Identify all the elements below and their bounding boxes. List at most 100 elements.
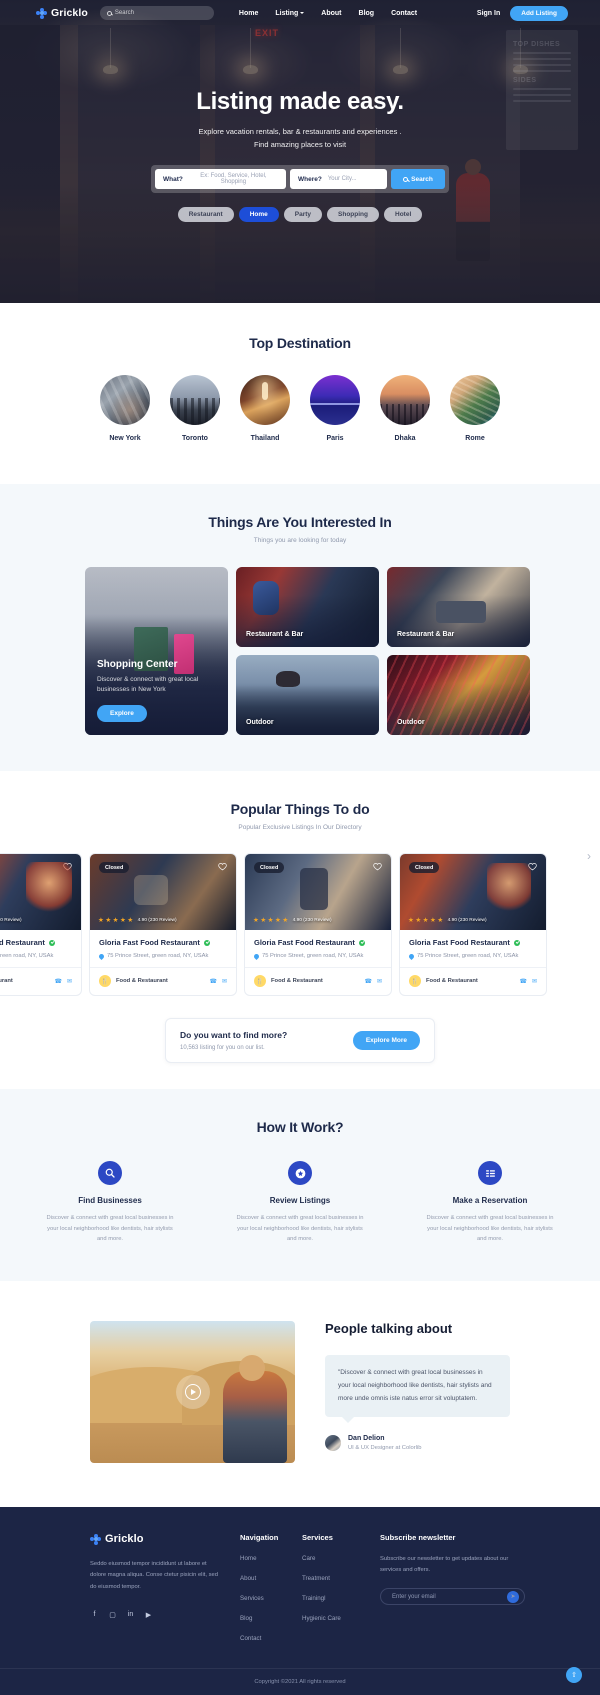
listing-body: Gloria Fast Food Restaurant 75 Prince St…	[90, 930, 236, 960]
favorite-heart-icon[interactable]	[373, 862, 382, 871]
nav-item-home[interactable]: Home	[239, 10, 258, 17]
listing-category: Food & Restaurant	[271, 978, 323, 984]
what-search-field[interactable]: What? Ex: Food, Service, Hotel, Shopping	[155, 169, 286, 190]
interest-feature-body: Shopping Center Discover & connect with …	[97, 659, 216, 722]
favorite-heart-icon[interactable]	[63, 862, 72, 871]
footer-nav-contact[interactable]: Contact	[240, 1635, 302, 1642]
nav-item-blog[interactable]: Blog	[359, 10, 375, 17]
destination-item-dhaka[interactable]: Dhaka	[380, 375, 430, 442]
nav-search-input[interactable]: Search	[99, 6, 214, 20]
email-icon[interactable]: ✉	[222, 978, 227, 985]
newsletter-email-input[interactable]: Enter your email ➤	[380, 1588, 525, 1606]
instagram-icon[interactable]: ▢	[108, 1610, 117, 1619]
phone-icon[interactable]: ☎	[364, 978, 371, 985]
hero-search-button[interactable]: Search	[391, 169, 445, 190]
footer-service-care[interactable]: Care	[302, 1555, 380, 1562]
nav-item-contact[interactable]: Contact	[391, 10, 417, 17]
listing-category: Food & Restaurant	[116, 978, 168, 984]
how-step-desc: Discover & connect with great local busi…	[236, 1215, 364, 1243]
pill-hotel[interactable]: Hotel	[384, 207, 423, 223]
email-icon[interactable]: ✉	[532, 978, 537, 985]
favorite-heart-icon[interactable]	[218, 862, 227, 871]
category-pills: Restaurant Home Party Shopping Hotel	[0, 207, 600, 223]
footer-nav-home[interactable]: Home	[240, 1555, 302, 1562]
location-pin-icon	[97, 952, 106, 960]
footer-service-hygienic-care[interactable]: Hygienic Care	[302, 1615, 380, 1622]
interest-card-restaurant-bar-2[interactable]: Restaurant & Bar	[387, 567, 530, 647]
star-icon: ★	[282, 916, 289, 924]
star-icon: ★	[267, 916, 274, 924]
star-icon: ★	[437, 916, 444, 924]
hero-search-card: What? Ex: Food, Service, Hotel, Shopping…	[151, 165, 449, 194]
email-icon[interactable]: ✉	[67, 978, 72, 985]
footer-service-training[interactable]: Trainingl	[302, 1595, 380, 1602]
how-step-title: Review Listings	[269, 1196, 331, 1205]
interest-card-shopping-center[interactable]: Shopping Center Discover & connect with …	[85, 567, 228, 735]
footer-description: Seddo eiusmod tempor incididunt ut labor…	[90, 1561, 218, 1590]
destination-item-rome[interactable]: Rome	[450, 375, 500, 442]
destination-item-thailand[interactable]: Thailand	[240, 375, 290, 442]
phone-icon[interactable]: ☎	[54, 978, 61, 985]
footer-nav-about[interactable]: About	[240, 1575, 302, 1582]
listing-address: 75 Prince Street, green road, NY, USAk	[107, 953, 209, 959]
newsletter-heading: Subscribe newsletter	[380, 1533, 456, 1543]
destination-list: New York Toronto Thailand Paris Dhaka Ro…	[0, 375, 600, 442]
listing-footer: 🍴 Food & Restaurant ☎ ✉	[0, 967, 81, 995]
status-badge: Closed	[99, 862, 130, 873]
footer-brand-logo[interactable]: Gricklo	[90, 1533, 240, 1545]
listing-image: Closed ★ ★ ★ ★ ★ 4.90 (230 Review)	[90, 854, 236, 930]
interest-card-outdoor-2[interactable]: Outdoor	[387, 655, 530, 735]
listing-card[interactable]: Closed ★ ★ ★ ★ ★ 4.90 (230 Review) Glori…	[89, 853, 237, 996]
play-button-icon[interactable]	[175, 1375, 210, 1410]
sign-in-link[interactable]: Sign In	[477, 10, 500, 17]
linkedin-icon[interactable]: in	[126, 1610, 135, 1619]
what-label: What?	[163, 175, 183, 183]
footer-nav-services[interactable]: Services	[240, 1595, 302, 1602]
footer-service-treatment[interactable]: Treatment	[302, 1575, 380, 1582]
explore-button[interactable]: Explore	[97, 705, 147, 722]
destination-image	[380, 375, 430, 425]
facebook-icon[interactable]: f	[90, 1610, 99, 1619]
testimonial-video-thumbnail[interactable]	[90, 1321, 295, 1464]
brand-logo[interactable]: Gricklo	[36, 7, 88, 19]
star-icon: ★	[408, 916, 414, 924]
listing-card[interactable]: Closed ★ ★ ★ ★ ★ 4.90 (230 Review) Glori…	[244, 853, 392, 996]
email-icon[interactable]: ✉	[377, 978, 382, 985]
footer-services-column: Services Care Treatment Trainingl Hygien…	[302, 1533, 380, 1642]
where-search-field[interactable]: Where? Your City...	[290, 169, 387, 190]
location-pin-icon	[407, 952, 416, 960]
pill-shopping[interactable]: Shopping	[327, 207, 379, 223]
footer-nav-blog[interactable]: Blog	[240, 1615, 302, 1622]
pill-party[interactable]: Party	[283, 207, 323, 223]
favorite-heart-icon[interactable]	[528, 862, 537, 871]
interest-card-outdoor-1[interactable]: Outdoor	[236, 655, 379, 735]
listing-card[interactable]: Closed ★ ★ ★ ★ ★ 4.90 (230 Review) Glori…	[399, 853, 547, 996]
destination-item-toronto[interactable]: Toronto	[170, 375, 220, 442]
find-more-text: Do you want to find more? 10,563 listing…	[180, 1030, 287, 1051]
add-listing-button[interactable]: Add Listing	[510, 5, 568, 21]
top-destination-title: Top Destination	[249, 335, 351, 351]
carousel-next-icon[interactable]: ›	[587, 849, 591, 863]
listing-card[interactable]: Closed ★ ★ ★ ★ ★ 4.90 (230 Review) Glori…	[0, 853, 82, 996]
listing-category: Food & Restaurant	[0, 978, 13, 984]
youtube-icon[interactable]: ▶	[144, 1610, 153, 1619]
phone-icon[interactable]: ☎	[209, 978, 216, 985]
listing-image: Closed ★ ★ ★ ★ ★ 4.90 (230 Review)	[245, 854, 391, 930]
phone-icon[interactable]: ☎	[519, 978, 526, 985]
listing-contact-actions: ☎ ✉	[519, 978, 537, 985]
listing-name: Gloria Fast Food Restaurant	[0, 938, 45, 947]
testimonial-author: Dan Delion UI & UX Designer at Colorlib	[325, 1435, 510, 1452]
nav-item-about[interactable]: About	[321, 10, 341, 17]
how-it-work-section: How It Work? Find Businesses Discover & …	[0, 1089, 600, 1282]
destination-item-new-york[interactable]: New York	[100, 375, 150, 442]
listing-address: 75 Prince Street, green road, NY, USAk	[417, 953, 519, 959]
where-label: Where?	[298, 175, 322, 183]
destination-item-paris[interactable]: Paris	[310, 375, 360, 442]
nav-item-listing[interactable]: Listing	[275, 10, 305, 17]
newsletter-submit-button[interactable]: ➤	[507, 1590, 519, 1603]
explore-more-button[interactable]: Explore More	[352, 1031, 420, 1050]
interest-card-restaurant-bar-1[interactable]: Restaurant & Bar	[236, 567, 379, 647]
listing-address-row: 75 Prince Street, green road, NY, USAk	[0, 953, 72, 959]
pill-home[interactable]: Home	[238, 207, 279, 223]
pill-restaurant[interactable]: Restaurant	[177, 207, 234, 223]
